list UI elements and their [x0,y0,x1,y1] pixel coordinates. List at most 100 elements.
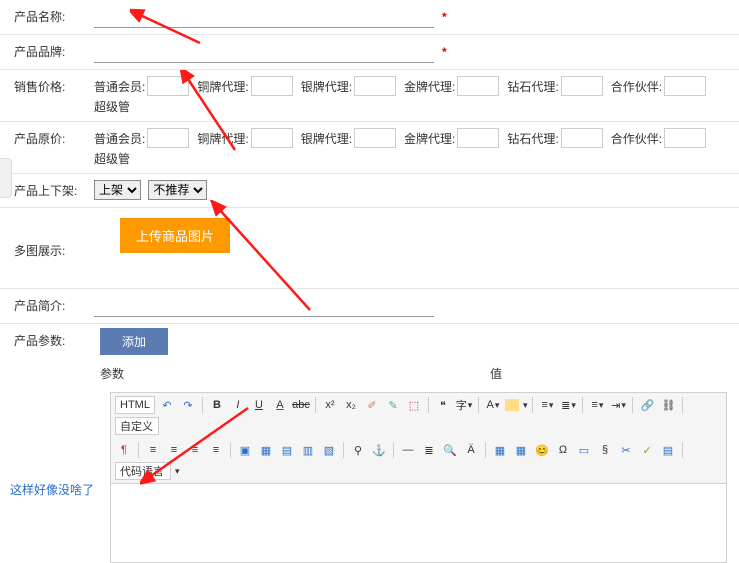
align-left-icon[interactable]: ≡ [144,441,162,459]
indent-icon[interactable]: ⇥▾ [609,396,627,414]
italic-icon[interactable]: I [229,396,247,414]
label-product-name: 产品名称: [0,0,90,33]
param-header-param: 参数 [90,361,490,386]
price-label-gold: 金牌代理: [404,130,455,147]
align-icon[interactable]: ≡▾ [588,396,606,414]
price-label-diamond: 钻石代理: [507,130,558,147]
price-label-partner: 合作伙伴: [611,78,662,95]
orig-normal-input[interactable] [147,128,189,148]
orig-diamond-input[interactable] [561,128,603,148]
underline-icon[interactable]: U [250,396,268,414]
hr-icon[interactable]: — [399,441,417,459]
label-summary: 产品简介: [0,289,90,322]
redo-icon[interactable]: ↷ [179,396,197,414]
table2-icon[interactable]: ▦ [512,441,530,459]
price-label-diamond: 钻石代理: [507,78,558,95]
align-center-icon[interactable]: ≡ [165,441,183,459]
orig-gold-input[interactable] [457,128,499,148]
footer-link[interactable]: 这样好像没啥了 [10,481,94,498]
orig-bronze-input[interactable] [251,128,293,148]
param-header-value: 值 [490,361,502,386]
sale-partner-input[interactable] [664,76,706,96]
paragraph-icon[interactable]: ¶ [115,441,133,459]
price-label-normal: 普通会员: [94,130,145,147]
product-brand-input[interactable] [94,41,434,63]
editor-toolbar: HTML ↶ ↷ B I U A abc x² x₂ ✐ ✎ ⬚ ❝ 字▾ A▾… [111,393,726,484]
unordered-list-icon[interactable]: ≣▾ [559,396,577,414]
align-justify-icon[interactable]: ≡ [207,441,225,459]
table-icon[interactable]: ▦ [491,441,509,459]
html-source-button[interactable]: HTML [115,396,155,414]
video-icon[interactable]: ▤ [278,441,296,459]
recommend-select[interactable]: 不推荐 [148,180,207,200]
sale-silver-input[interactable] [354,76,396,96]
audio-icon[interactable]: ▥ [299,441,317,459]
date-icon[interactable]: ≣ [420,441,438,459]
strike-icon[interactable]: abc [292,396,310,414]
align-right-icon[interactable]: ≡ [186,441,204,459]
quote-icon[interactable]: ❝ [434,396,452,414]
image-icon[interactable]: ▣ [236,441,254,459]
orig-silver-input[interactable] [354,128,396,148]
price-label-bronze: 铜牌代理: [197,130,248,147]
pagebreak-icon[interactable]: ▭ [575,441,593,459]
label-product-brand: 产品品牌: [0,35,90,68]
template-icon[interactable]: ▤ [659,441,677,459]
backcolor-icon[interactable] [505,399,519,411]
collapse-handle[interactable] [0,158,12,198]
spechars-icon[interactable]: § [596,441,614,459]
label-sale-price: 销售价格: [0,70,90,103]
emoji-icon[interactable]: 😊 [533,441,551,459]
price-label-super: 超级管 [94,98,130,115]
price-label-partner: 合作伙伴: [611,130,662,147]
price-label-silver: 银牌代理: [301,130,352,147]
wordimage-icon[interactable]: ✓ [638,441,656,459]
map-icon[interactable]: ⚲ [349,441,367,459]
label-multi-img: 多图展示: [0,208,90,267]
unlink-icon[interactable]: ⛓ [659,396,677,414]
sale-gold-input[interactable] [457,76,499,96]
ordered-list-icon[interactable]: ≡▾ [538,396,556,414]
add-param-button[interactable]: 添加 [100,328,168,355]
attachment-icon[interactable]: ▧ [320,441,338,459]
shelf-select[interactable]: 上架 [94,180,141,200]
superscript-icon[interactable]: x² [321,396,339,414]
price-label-silver: 银牌代理: [301,78,352,95]
font-icon[interactable]: 字▾ [455,396,473,414]
clear-format-icon[interactable]: ✐ [363,396,381,414]
sale-normal-input[interactable] [147,76,189,96]
price-label-bronze: 铜牌代理: [197,78,248,95]
sale-diamond-input[interactable] [561,76,603,96]
font-color-icon[interactable]: A [271,396,289,414]
required-mark: * [442,45,447,59]
replace-icon[interactable]: Ä [462,441,480,459]
upload-image-button[interactable]: 上传商品图片 [120,218,230,253]
custom-button[interactable]: 自定义 [115,417,159,435]
label-orig-price: 产品原价: [0,122,90,155]
multi-image-icon[interactable]: ▦ [257,441,275,459]
summary-input[interactable] [94,295,434,317]
undo-icon[interactable]: ↶ [158,396,176,414]
format-brush-icon[interactable]: ✎ [384,396,402,414]
orig-partner-input[interactable] [664,128,706,148]
rich-text-editor: HTML ↶ ↷ B I U A abc x² x₂ ✐ ✎ ⬚ ❝ 字▾ A▾… [110,392,727,563]
snapscreen-icon[interactable]: ✂ [617,441,635,459]
label-shelf: 产品上下架: [0,174,90,207]
sale-bronze-input[interactable] [251,76,293,96]
anchor-icon[interactable]: ⚓ [370,441,388,459]
bold-icon[interactable]: B [208,396,226,414]
label-params: 产品参数: [0,324,90,357]
product-name-input[interactable] [94,6,434,28]
forecolor-icon[interactable]: A▾ [484,396,502,414]
select-all-icon[interactable]: ⬚ [405,396,423,414]
editor-content-area[interactable] [111,484,726,562]
required-mark: * [442,10,447,24]
link-icon[interactable]: 🔗 [638,396,656,414]
subscript-icon[interactable]: x₂ [342,396,360,414]
search-icon[interactable]: 🔍 [441,441,459,459]
code-lang-select[interactable]: 代码语言 [115,462,171,480]
price-label-normal: 普通会员: [94,78,145,95]
special-char-icon[interactable]: Ω [554,441,572,459]
price-label-super: 超级管 [94,150,130,167]
price-label-gold: 金牌代理: [404,78,455,95]
